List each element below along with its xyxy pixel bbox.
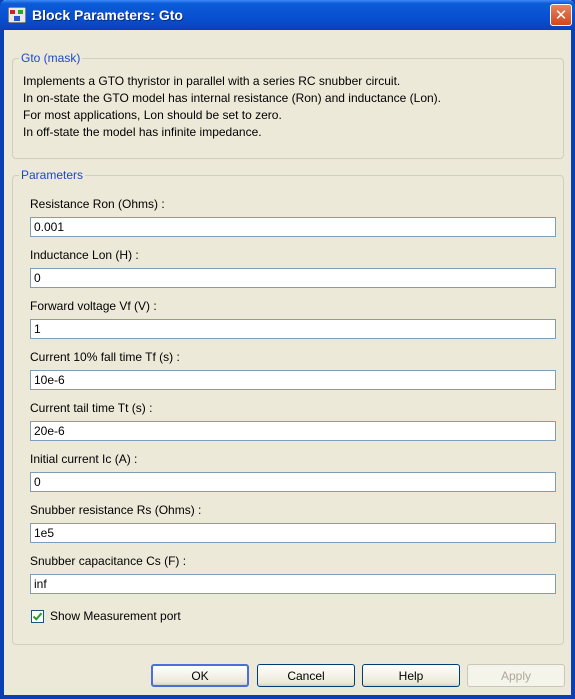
- show-measurement-checkbox[interactable]: [31, 610, 44, 623]
- close-button[interactable]: ✕: [550, 4, 572, 26]
- rs-input[interactable]: [30, 523, 556, 543]
- cancel-button[interactable]: Cancel: [257, 664, 355, 687]
- vf-input[interactable]: [30, 319, 556, 339]
- description-line: In off-state the model has infinite impe…: [23, 125, 262, 139]
- checkmark-icon: [32, 612, 43, 621]
- apply-button[interactable]: Apply: [467, 664, 565, 687]
- tt-input[interactable]: [30, 421, 556, 441]
- help-button[interactable]: Help: [362, 664, 460, 687]
- ron-input[interactable]: [30, 217, 556, 237]
- mask-group: Gto (mask) Implements a GTO thyristor in…: [12, 51, 564, 159]
- vf-label: Forward voltage Vf (V) :: [30, 299, 157, 313]
- tt-label: Current tail time Tt (s) :: [30, 401, 153, 415]
- tf-label: Current 10% fall time Tf (s) :: [30, 350, 180, 364]
- description-line: In on-state the GTO model has internal r…: [23, 91, 442, 105]
- parameters-legend: Parameters: [19, 168, 86, 182]
- mask-legend: Gto (mask): [19, 51, 83, 65]
- ok-button[interactable]: OK: [151, 664, 249, 687]
- ic-input[interactable]: [30, 472, 556, 492]
- ron-label: Resistance Ron (Ohms) :: [30, 197, 165, 211]
- description-line: Implements a GTO thyristor in parallel w…: [23, 74, 401, 88]
- cs-input[interactable]: [30, 574, 556, 594]
- simulink-block-icon: [7, 6, 27, 24]
- tf-input[interactable]: [30, 370, 556, 390]
- show-measurement-label: Show Measurement port: [50, 609, 181, 623]
- window-title: Block Parameters: Gto: [32, 7, 183, 23]
- lon-input[interactable]: [30, 268, 556, 288]
- rs-label: Snubber resistance Rs (Ohms) :: [30, 503, 202, 517]
- close-icon: ✕: [554, 7, 568, 24]
- title-bar[interactable]: Block Parameters: Gto ✕: [0, 0, 575, 30]
- dialog-window: Block Parameters: Gto ✕ Gto (mask) Imple…: [0, 0, 575, 699]
- lon-label: Inductance Lon (H) :: [30, 248, 139, 262]
- description-line: For most applications, Lon should be set…: [23, 108, 282, 122]
- cs-label: Snubber capacitance Cs (F) :: [30, 554, 187, 568]
- ic-label: Initial current Ic (A) :: [30, 452, 138, 466]
